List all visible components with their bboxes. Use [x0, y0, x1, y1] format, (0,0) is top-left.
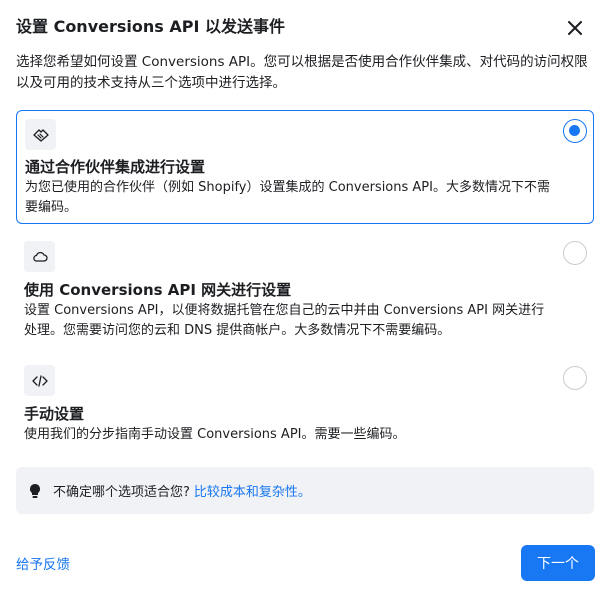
intro-text: 选择您希望如何设置 Conversions API。您可以根据是否使用合作伙伴集…: [16, 54, 588, 91]
compare-cost-link[interactable]: 比较成本和复杂性。: [194, 481, 311, 500]
help-tip: 不确定哪个选项适合您? 比较成本和复杂性。: [16, 467, 594, 514]
code-icon: [24, 365, 55, 396]
option-title: 使用 Conversions API 网关进行设置: [24, 281, 292, 299]
option-radio[interactable]: [563, 119, 587, 143]
setup-dialog: 设置 Conversions API 以发送事件 选择您希望如何设置 Conve…: [0, 0, 611, 590]
option-description: 使用我们的分步指南手动设置 Conversions API。需要一些编码。: [24, 427, 406, 442]
handshake-icon: [25, 119, 56, 150]
lightbulb-icon: [27, 483, 43, 499]
tip-text: 不确定哪个选项适合您?: [53, 485, 190, 500]
option-gateway[interactable]: 使用 Conversions API 网关进行设置 设置 Conversions…: [16, 234, 594, 346]
option-partner-integration[interactable]: 通过合作伙伴集成进行设置 为您已使用的合作伙伴（例如 Shopify）设置集成的…: [16, 110, 594, 224]
option-title: 通过合作伙伴集成进行设置: [25, 158, 206, 176]
option-radio[interactable]: [563, 241, 587, 265]
option-manual[interactable]: 手动设置 使用我们的分步指南手动设置 Conversions API。需要一些编…: [16, 358, 594, 450]
dialog-title: 设置 Conversions API 以发送事件: [16, 17, 285, 36]
cloud-icon: [24, 241, 55, 272]
option-description: 为您已使用的合作伙伴（例如 Shopify）设置集成的 Conversions …: [25, 180, 550, 215]
close-icon: [568, 21, 582, 35]
next-button[interactable]: 下一个: [521, 545, 595, 581]
option-description: 设置 Conversions API，以便将数据托管在您自己的云中并由 Conv…: [24, 303, 545, 338]
option-title: 手动设置: [24, 405, 85, 423]
option-radio[interactable]: [563, 366, 587, 390]
close-button[interactable]: [562, 15, 588, 41]
feedback-link[interactable]: 给予反馈: [16, 553, 70, 573]
